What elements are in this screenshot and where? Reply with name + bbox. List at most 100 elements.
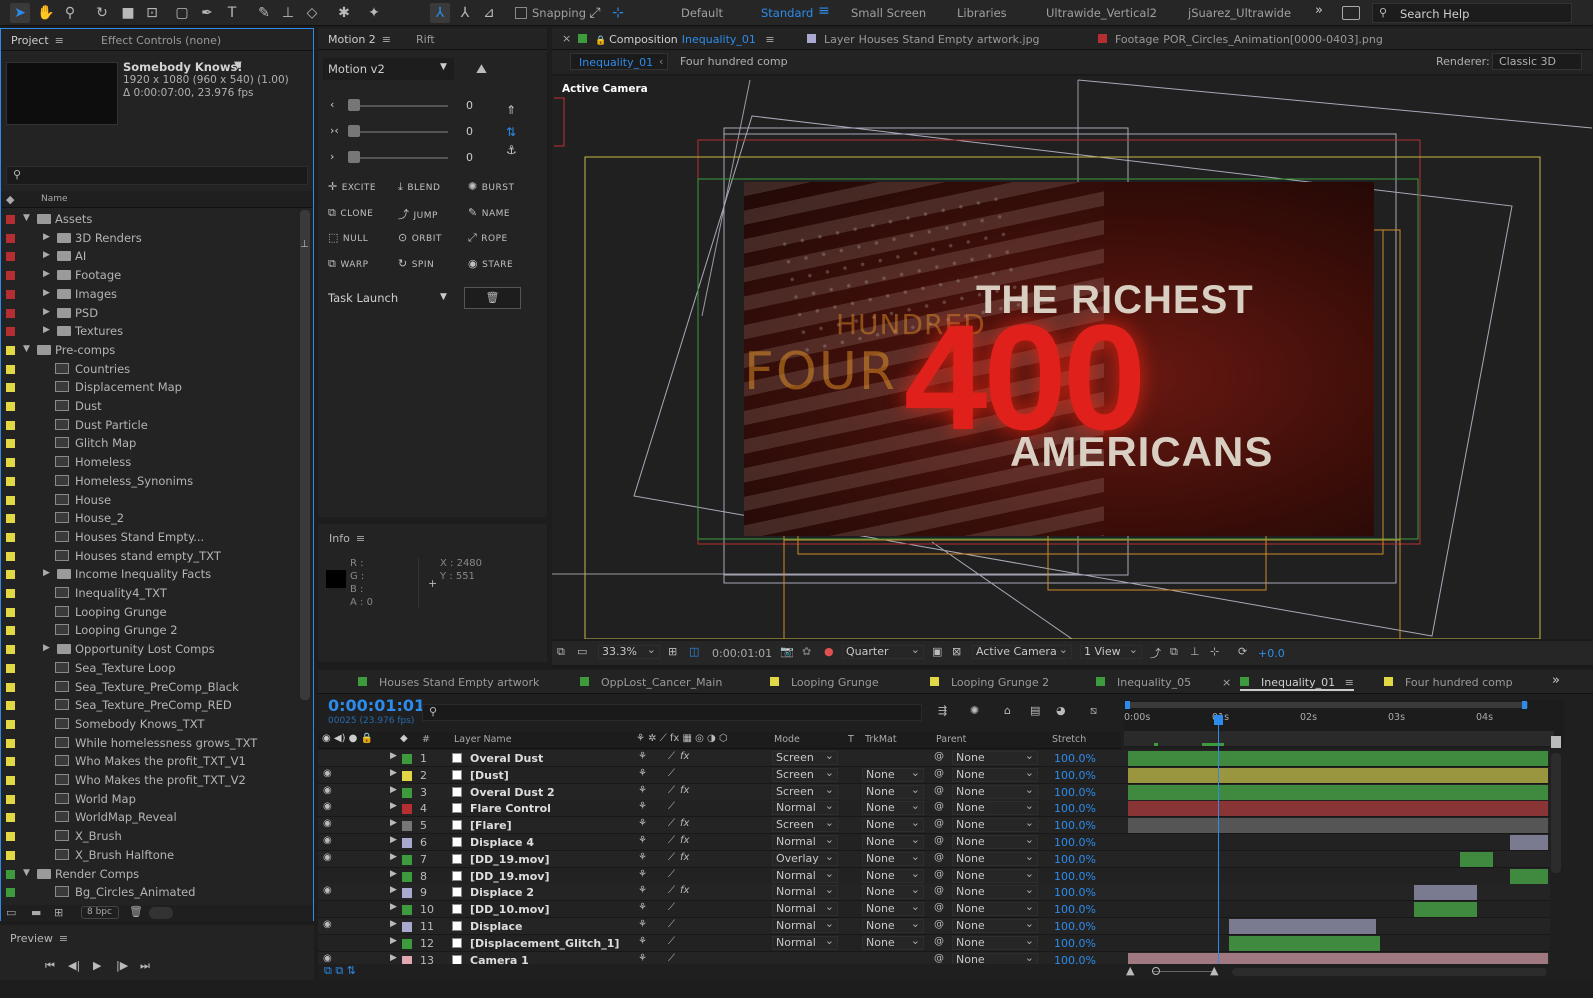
comp-tab-footage[interactable]: Footage POR_Circles_Animation[0000-0403].… [1098, 33, 1383, 46]
project-item-row[interactable]: X_Brush [1, 827, 301, 846]
label-color-swatch[interactable] [6, 308, 15, 318]
layer-row[interactable]: ◉ ▶ 4 Flare Control ⚘ ⟋ Normal None @ None 100.0% [318, 800, 1550, 818]
mode-dropdown[interactable]: Screen [772, 784, 838, 799]
project-item-row[interactable]: ▶ 3D Renders [1, 229, 301, 248]
layer-name[interactable]: Displace 4 [470, 836, 534, 849]
zoom-out-icon[interactable]: ▲ [1126, 964, 1134, 977]
label-color-swatch[interactable] [6, 850, 15, 860]
layer-label-swatch[interactable] [402, 888, 412, 899]
camera-tool-icon[interactable]: ■ [118, 3, 138, 23]
layer-name[interactable]: [DD_19.mov] [470, 853, 550, 866]
project-item-row[interactable]: Who Makes the profit_TXT_V2 [1, 771, 301, 790]
quality-switch-icon[interactable]: ⟋ [668, 869, 675, 880]
shy-switch-icon[interactable]: ⚘ [638, 818, 647, 829]
search-help-box[interactable]: ⚲ Search Help [1372, 3, 1572, 23]
breadcrumb-next[interactable]: Four hundred comp [680, 55, 788, 68]
title-safe-icon[interactable]: ◫ [689, 645, 699, 658]
label-color-swatch[interactable] [6, 514, 15, 524]
motion-button-stare[interactable]: ◉ STARE [468, 257, 513, 270]
layer-name[interactable]: [Flare] [470, 819, 512, 832]
mountain-icon[interactable]: ⛰ [476, 62, 510, 77]
project-item-row[interactable]: ▶ AI [1, 247, 301, 266]
expand-layer-icon[interactable]: ▶ [390, 818, 397, 828]
quality-switch-icon[interactable]: ⟋ [668, 885, 675, 896]
lock-icon[interactable]: 🔒 [595, 36, 609, 46]
project-item-row[interactable]: World Map [1, 790, 301, 809]
project-item-row[interactable]: Looping Grunge 2 [1, 621, 301, 640]
chevron-down-icon[interactable]: ▼ [23, 344, 30, 354]
workspace-menu-icon[interactable]: ≡ [818, 3, 830, 19]
motion-button-orbit[interactable]: ⊙ ORBIT [398, 231, 442, 244]
view-axis-mode-icon[interactable]: ⊿ [479, 3, 499, 23]
graph-editor-icon[interactable]: ⧅ [1090, 704, 1097, 718]
sync-settings-icon[interactable] [1342, 6, 1360, 20]
rectangle-tool-icon[interactable]: ▢ [172, 3, 192, 23]
pen-tool-icon[interactable]: ✒ [197, 3, 217, 23]
layer-label-swatch[interactable] [402, 838, 412, 848]
project-item-row[interactable]: ▼ Assets [1, 210, 301, 229]
project-item-row[interactable]: WorldMap_Reveal [1, 808, 301, 827]
label-color-swatch[interactable] [6, 738, 15, 748]
eye-icon[interactable]: ◉ [323, 785, 332, 796]
layer-duration-bar[interactable] [1128, 784, 1548, 800]
label-color-swatch[interactable] [6, 757, 15, 767]
parent-dropdown[interactable]: None [952, 918, 1038, 933]
first-frame-icon[interactable]: ⏮ [45, 959, 55, 973]
label-color-swatch[interactable] [6, 794, 15, 804]
trkmat-dropdown[interactable]: None [862, 851, 924, 866]
flowchart-icon[interactable]: ⊹ [1210, 645, 1219, 658]
current-time-display[interactable]: 0:00:01:01 [328, 696, 425, 715]
layer-duration-bar[interactable] [1228, 935, 1380, 951]
project-item-row[interactable]: Inequality4_TXT [1, 584, 301, 603]
chevron-right-icon[interactable]: ▶ [43, 250, 50, 260]
snap-options-icon[interactable]: ⤢ [585, 3, 605, 23]
shy-switch-icon[interactable]: ⚘ [638, 902, 647, 913]
label-color-swatch[interactable] [6, 888, 15, 898]
workspace-small-screen[interactable]: Small Screen [851, 6, 926, 20]
fx-icon[interactable]: fx [680, 835, 689, 846]
draft-3d-icon[interactable]: ⧉ [1170, 645, 1178, 659]
timeline-icon[interactable]: ⊥ [1190, 645, 1200, 658]
stretch-value[interactable]: 100.0% [1054, 802, 1096, 815]
quality-switch-icon[interactable]: ⟋ [668, 768, 675, 779]
label-color-swatch[interactable] [6, 570, 15, 580]
chevron-right-icon[interactable]: ▶ [43, 568, 50, 578]
zoom-in-icon[interactable]: ▲ [1210, 964, 1218, 977]
layer-name[interactable]: Overal Dust [470, 752, 543, 765]
timeline-horizontal-scrollbar[interactable] [1232, 968, 1547, 976]
playhead-line[interactable] [1218, 716, 1220, 966]
project-item-row[interactable]: Looping Grunge [1, 603, 301, 622]
project-item-row[interactable]: ▼ Pre-comps [1, 341, 301, 360]
motion-button-spin[interactable]: ↻ SPIN [398, 257, 434, 270]
layer-label-swatch[interactable] [402, 754, 412, 764]
mode-dropdown[interactable]: Screen [772, 767, 838, 782]
stretch-value[interactable]: 100.0% [1054, 786, 1096, 799]
pickwhip-icon[interactable]: @ [934, 818, 944, 829]
region-of-interest-icon[interactable]: ▣ [932, 645, 942, 658]
world-axis-mode-icon[interactable]: ⅄ [455, 3, 475, 23]
expand-layer-icon[interactable]: ▶ [390, 953, 397, 963]
motion-button-jump[interactable]: ⤴ JUMP [398, 206, 438, 222]
shy-switch-icon[interactable]: ⚘ [638, 751, 647, 762]
label-color-swatch[interactable] [6, 701, 15, 711]
project-search-input[interactable]: ⚲ [6, 166, 308, 185]
layer-duration-bar[interactable] [1510, 868, 1548, 884]
timeline-tab[interactable]: Looping Grunge 2 [930, 676, 1049, 689]
view-layout-dropdown[interactable]: 1 View [1080, 644, 1142, 659]
project-item-row[interactable]: ▶ Textures [1, 322, 301, 341]
project-item-row[interactable]: ▶ Income Inequality Facts [1, 565, 301, 584]
eraser-tool-icon[interactable]: ◇ [302, 3, 322, 23]
mode-dropdown[interactable]: Normal [772, 901, 838, 917]
expand-layer-icon[interactable]: ▶ [390, 785, 397, 795]
timeline-tab[interactable]: Inequality_05 [1096, 676, 1191, 689]
ease-both-value[interactable]: 0 [466, 125, 473, 138]
expand-layer-icon[interactable]: ▶ [390, 768, 397, 778]
label-color-swatch[interactable] [6, 607, 15, 617]
brush-tool-icon[interactable]: ✎ [254, 3, 274, 23]
mode-dropdown[interactable]: Screen [772, 817, 838, 833]
layer-duration-bar[interactable] [1128, 751, 1548, 766]
last-frame-icon[interactable]: ⏭ [140, 959, 150, 973]
motion-button-name[interactable]: ✎ NAME [468, 206, 510, 219]
project-item-row[interactable]: Dust Particle [1, 416, 301, 435]
next-frame-icon[interactable]: |▶ [116, 959, 128, 972]
